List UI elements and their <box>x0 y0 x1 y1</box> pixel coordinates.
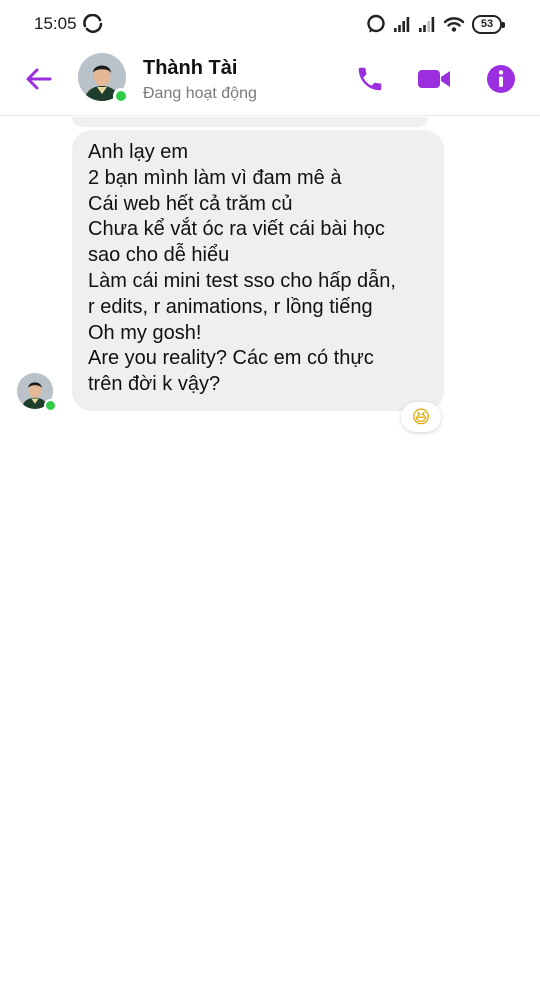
status-bar: 15:05 53 <box>0 0 540 46</box>
laughing-emoji-icon: 😆 <box>411 406 431 428</box>
signal-2-icon <box>419 17 435 32</box>
status-icons: 53 <box>366 13 505 35</box>
message-line: Chưa kể vắt óc ra viết cái bài học <box>88 218 385 241</box>
message-bubble[interactable]: Anh lạy em 2 bạn mình làm vì đam mê à Cá… <box>72 130 444 411</box>
message-list[interactable]: Anh lạy em 2 bạn mình làm vì đam mê à Cá… <box>0 117 540 994</box>
message-line: Làm cái mini test sso cho hấp dẫn, <box>88 269 396 292</box>
contact-active-status: Đang hoạt động <box>143 85 257 102</box>
status-time: 15:05 <box>34 14 77 33</box>
back-arrow-icon[interactable] <box>22 62 56 96</box>
message-line: sao cho dễ hiểu <box>88 244 230 267</box>
message-line: r edits, r animations, r lồng tiếng <box>88 295 373 318</box>
phone-icon <box>358 67 382 91</box>
sync-icon <box>83 14 103 33</box>
contact-avatar[interactable] <box>78 53 129 104</box>
info-icon <box>487 65 515 93</box>
message-line: Anh lạy em <box>88 141 189 163</box>
message-line: Are you reality? Các em có thực <box>88 347 374 370</box>
video-camera-icon <box>418 70 450 88</box>
battery-icon: 53 <box>472 14 505 34</box>
wifi-icon <box>443 17 465 32</box>
battery-level: 53 <box>480 18 494 30</box>
contact-name[interactable]: Thành Tài <box>143 57 237 80</box>
whatsapp-icon <box>367 14 385 33</box>
sender-online-indicator <box>44 399 57 412</box>
sender-avatar[interactable] <box>17 373 57 412</box>
previous-message-bubble <box>72 117 428 127</box>
message-line: Oh my gosh! <box>88 321 202 344</box>
message-reaction[interactable]: 😆 <box>401 402 441 432</box>
message-line: Cái web hết cả trăm củ <box>88 192 293 215</box>
online-indicator <box>113 88 129 104</box>
voice-call-button[interactable] <box>353 62 387 96</box>
conversation-header: Thành Tài Đang hoạt động <box>0 46 540 116</box>
signal-1-icon <box>394 17 410 32</box>
video-call-button[interactable] <box>417 62 451 96</box>
conversation-info-button[interactable] <box>484 62 518 96</box>
message-line: 2 bạn mình làm vì đam mê à <box>88 166 342 189</box>
message-line: trên đời k vậy? <box>88 373 221 396</box>
